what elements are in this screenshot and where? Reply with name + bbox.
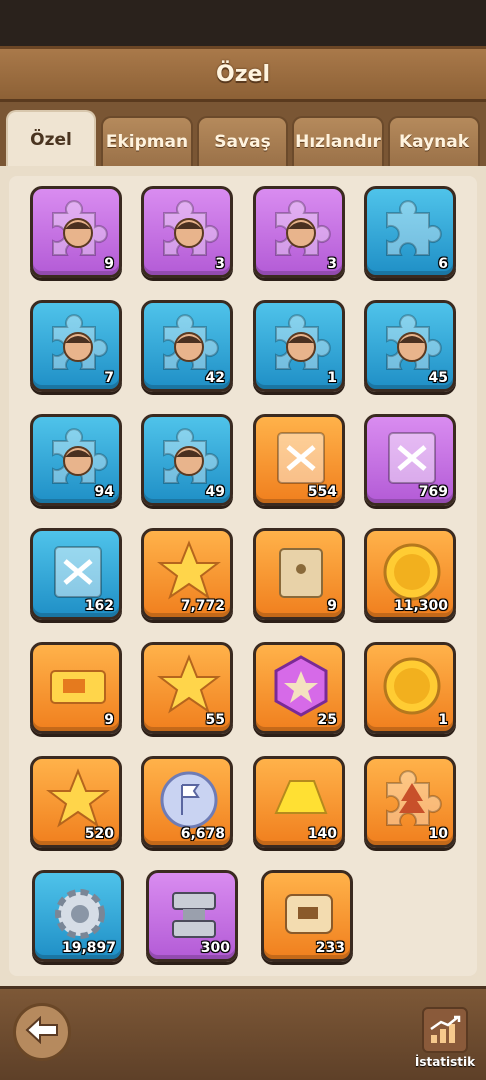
crossed-swords-coin-icon bbox=[379, 539, 445, 605]
inventory-item[interactable]: 6,678 bbox=[141, 756, 233, 848]
item-count: 7,772 bbox=[180, 598, 225, 614]
anvil-icon bbox=[161, 881, 227, 947]
inventory-item[interactable]: 7 bbox=[30, 300, 122, 392]
skill-book-icon bbox=[45, 539, 111, 605]
status-bar bbox=[0, 0, 486, 46]
item-count: 10 bbox=[428, 826, 448, 842]
hero-puzzle-piece-icon bbox=[156, 311, 222, 377]
inventory-item[interactable]: 3 bbox=[253, 186, 345, 278]
inventory-item[interactable]: 11,300 bbox=[364, 528, 456, 620]
bar-chart-icon bbox=[422, 1007, 468, 1053]
item-count: 6,678 bbox=[180, 826, 225, 842]
inventory-item[interactable]: 19,897 bbox=[32, 870, 124, 962]
hero-puzzle-piece-icon bbox=[268, 197, 334, 263]
hero-puzzle-piece-icon bbox=[268, 311, 334, 377]
tab-ekipman[interactable]: Ekipman bbox=[101, 116, 193, 166]
star-medal-icon bbox=[156, 539, 222, 605]
scroll-icon bbox=[276, 881, 342, 947]
tab-kaynak[interactable]: Kaynak bbox=[388, 116, 480, 166]
inventory-item[interactable]: 9 bbox=[253, 528, 345, 620]
hero-puzzle-piece-icon bbox=[45, 425, 111, 491]
inventory-item[interactable]: 9 bbox=[30, 186, 122, 278]
bottom-bar: İstatistik bbox=[0, 986, 486, 1080]
back-button[interactable] bbox=[13, 1003, 71, 1061]
item-count: 233 bbox=[315, 940, 345, 956]
item-count: 7 bbox=[104, 370, 114, 386]
item-count: 11,300 bbox=[393, 598, 448, 614]
item-count: 3 bbox=[215, 256, 225, 272]
item-count: 9 bbox=[104, 712, 114, 728]
hero-puzzle-piece-icon bbox=[45, 311, 111, 377]
item-count: 554 bbox=[307, 484, 337, 500]
inventory-panel: 9 3 3 6 7 42 1 45 94 49 554 769 162 7,772 9 11,300 9 55 25… bbox=[0, 166, 486, 986]
inventory-item[interactable]: 55 bbox=[141, 642, 233, 734]
hero-puzzle-piece-icon bbox=[45, 197, 111, 263]
inventory-item[interactable]: 3 bbox=[141, 186, 233, 278]
inventory-item[interactable]: 10 bbox=[364, 756, 456, 848]
item-count: 6 bbox=[438, 256, 448, 272]
inventory-item[interactable]: 42 bbox=[141, 300, 233, 392]
item-count: 3 bbox=[327, 256, 337, 272]
inventory-item[interactable]: 6 bbox=[364, 186, 456, 278]
item-count: 300 bbox=[200, 940, 230, 956]
truck-ticket-icon bbox=[45, 653, 111, 719]
hexagon-badge-icon bbox=[268, 653, 334, 719]
item-count: 140 bbox=[307, 826, 337, 842]
gear-icon bbox=[47, 881, 113, 947]
hero-puzzle-piece-icon bbox=[379, 311, 445, 377]
envelope-icon bbox=[268, 539, 334, 605]
inventory-item[interactable]: 769 bbox=[364, 414, 456, 506]
inventory-item[interactable]: 94 bbox=[30, 414, 122, 506]
item-count: 769 bbox=[418, 484, 448, 500]
inventory-item[interactable]: 300 bbox=[146, 870, 238, 962]
item-count: 9 bbox=[327, 598, 337, 614]
tab-ozel[interactable]: Özel bbox=[6, 110, 96, 168]
inventory-item[interactable]: 1 bbox=[364, 642, 456, 734]
inventory-item[interactable]: 9 bbox=[30, 642, 122, 734]
star-rosette-icon bbox=[45, 767, 111, 833]
inventory-item[interactable]: 7,772 bbox=[141, 528, 233, 620]
inventory-item[interactable]: 49 bbox=[141, 414, 233, 506]
item-count: 49 bbox=[205, 484, 225, 500]
inventory-item[interactable]: 45 bbox=[364, 300, 456, 392]
inventory-item[interactable]: 162 bbox=[30, 528, 122, 620]
skill-book-icon bbox=[379, 425, 445, 491]
flag-coin-icon bbox=[156, 767, 222, 833]
inventory-item[interactable]: 140 bbox=[253, 756, 345, 848]
inventory-item[interactable]: 1 bbox=[253, 300, 345, 392]
star-ribbon-medal-icon bbox=[156, 653, 222, 719]
tab-hizlandir[interactable]: Hızlandır bbox=[292, 116, 384, 166]
hero-puzzle-piece-icon bbox=[156, 425, 222, 491]
statistics-button[interactable]: İstatistik bbox=[415, 1007, 475, 1071]
hero-puzzle-piece-icon bbox=[156, 197, 222, 263]
item-count: 45 bbox=[428, 370, 448, 386]
item-count: 25 bbox=[317, 712, 337, 728]
item-count: 520 bbox=[84, 826, 114, 842]
inventory-item[interactable]: 233 bbox=[261, 870, 353, 962]
item-count: 162 bbox=[84, 598, 114, 614]
tab-bar: Özel Ekipman Savaş Hızlandır Kaynak bbox=[0, 102, 486, 168]
item-count: 55 bbox=[205, 712, 225, 728]
clover-coin-icon bbox=[379, 653, 445, 719]
skill-book-icon bbox=[268, 425, 334, 491]
inventory-item[interactable]: 25 bbox=[253, 642, 345, 734]
item-grid: 9 3 3 6 7 42 1 45 94 49 554 769 162 7,772 9 11,300 9 55 25… bbox=[9, 176, 477, 976]
item-count: 19,897 bbox=[61, 940, 116, 956]
tab-savas[interactable]: Savaş bbox=[197, 116, 288, 166]
puzzle-piece-icon bbox=[379, 197, 445, 263]
arrow-left-icon bbox=[25, 1015, 59, 1048]
item-count: 9 bbox=[104, 256, 114, 272]
gold-ingot-icon bbox=[268, 767, 334, 833]
item-count: 94 bbox=[94, 484, 114, 500]
inventory-item[interactable]: 520 bbox=[30, 756, 122, 848]
page-title: Özel bbox=[216, 61, 270, 87]
item-count: 1 bbox=[327, 370, 337, 386]
tree-puzzle-piece-icon bbox=[379, 767, 445, 833]
statistics-label: İstatistik bbox=[414, 1055, 476, 1069]
inventory-item[interactable]: 554 bbox=[253, 414, 345, 506]
title-bar: Özel bbox=[0, 46, 486, 102]
item-count: 42 bbox=[205, 370, 225, 386]
item-count: 1 bbox=[438, 712, 448, 728]
